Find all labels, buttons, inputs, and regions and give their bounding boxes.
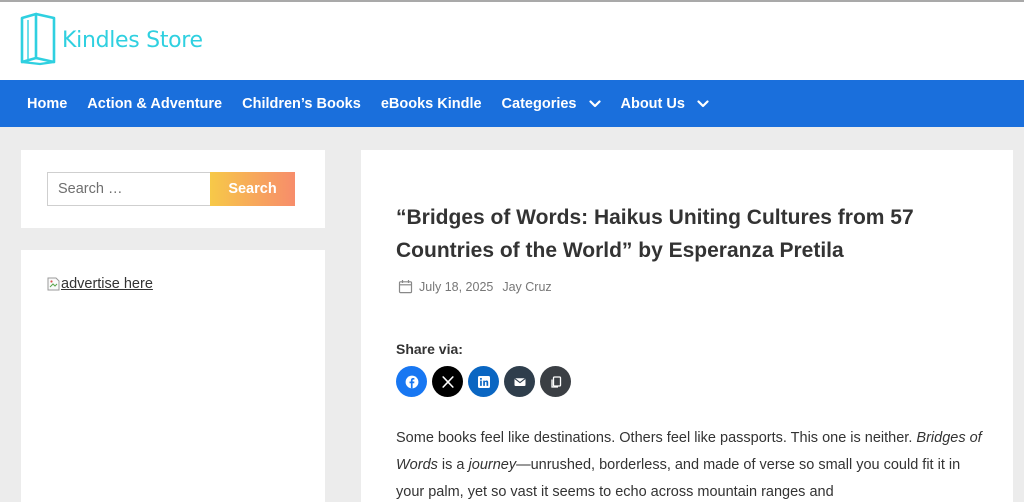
share-email-button[interactable] bbox=[504, 366, 535, 397]
share-x-button[interactable] bbox=[432, 366, 463, 397]
broken-image-icon bbox=[47, 277, 60, 291]
calendar-icon bbox=[398, 280, 413, 294]
share-copy-link-button[interactable] bbox=[540, 366, 571, 397]
nav-item-label: Children’s Books bbox=[242, 95, 361, 112]
chevron-down-icon[interactable] bbox=[697, 99, 709, 108]
nav-item-about-us[interactable]: About Us bbox=[621, 96, 709, 112]
advertise-alt-text: advertise here bbox=[61, 276, 153, 292]
advertise-link[interactable]: advertise here bbox=[47, 276, 153, 292]
nav-item-categories[interactable]: Categories bbox=[502, 96, 601, 112]
site-logo[interactable]: Kindles Store bbox=[18, 12, 203, 66]
share-facebook-button[interactable] bbox=[396, 366, 427, 397]
paragraph-text-start: Some books feel like destinations. Other… bbox=[396, 430, 917, 446]
copy-link-icon bbox=[550, 375, 561, 388]
linkedin-icon bbox=[477, 375, 490, 388]
site-header: Kindles Store bbox=[0, 2, 1024, 80]
book-icon bbox=[20, 12, 56, 66]
ad-widget: advertise here bbox=[21, 250, 325, 502]
post-date[interactable]: July 18, 2025 bbox=[419, 280, 493, 294]
x-icon bbox=[441, 375, 454, 388]
search-input[interactable] bbox=[47, 172, 211, 206]
nav-item-home[interactable]: Home bbox=[27, 96, 67, 112]
nav-item-action-adventure[interactable]: Action & Adventure bbox=[87, 96, 222, 112]
journey-emphasis: journey bbox=[468, 457, 517, 473]
main-navigation: Home Action & Adventure Children’s Books… bbox=[0, 80, 1024, 127]
search-widget: Search bbox=[21, 150, 325, 228]
nav-item-ebooks-kindle[interactable]: eBooks Kindle bbox=[381, 96, 482, 112]
facebook-icon bbox=[405, 375, 418, 388]
article-title: “Bridges of Words: Haikus Uniting Cultur… bbox=[396, 206, 914, 262]
share-buttons bbox=[396, 366, 576, 397]
search-button[interactable]: Search bbox=[210, 172, 295, 206]
nav-item-childrens-books[interactable]: Children’s Books bbox=[242, 96, 361, 112]
article-paragraph: Some books feel like destinations. Other… bbox=[396, 425, 986, 502]
email-icon bbox=[513, 377, 526, 386]
nav-item-label: Action & Adventure bbox=[87, 95, 223, 112]
nav-item-label: About Us bbox=[620, 95, 685, 112]
site-title: Kindles Store bbox=[62, 27, 203, 53]
nav-item-label: Home bbox=[27, 95, 68, 112]
post-author[interactable]: Jay Cruz bbox=[502, 280, 551, 294]
article-card: “Bridges of Words: Haikus Uniting Cultur… bbox=[361, 150, 1013, 502]
article-meta: July 18, 2025 Jay Cruz bbox=[398, 279, 552, 294]
share-label: Share via: bbox=[396, 341, 463, 357]
paragraph-text-mid: is a bbox=[437, 457, 469, 473]
nav-item-label: eBooks Kindle bbox=[380, 95, 482, 112]
share-linkedin-button[interactable] bbox=[468, 366, 499, 397]
chevron-down-icon[interactable] bbox=[588, 99, 601, 108]
nav-item-label: Categories bbox=[501, 95, 577, 112]
